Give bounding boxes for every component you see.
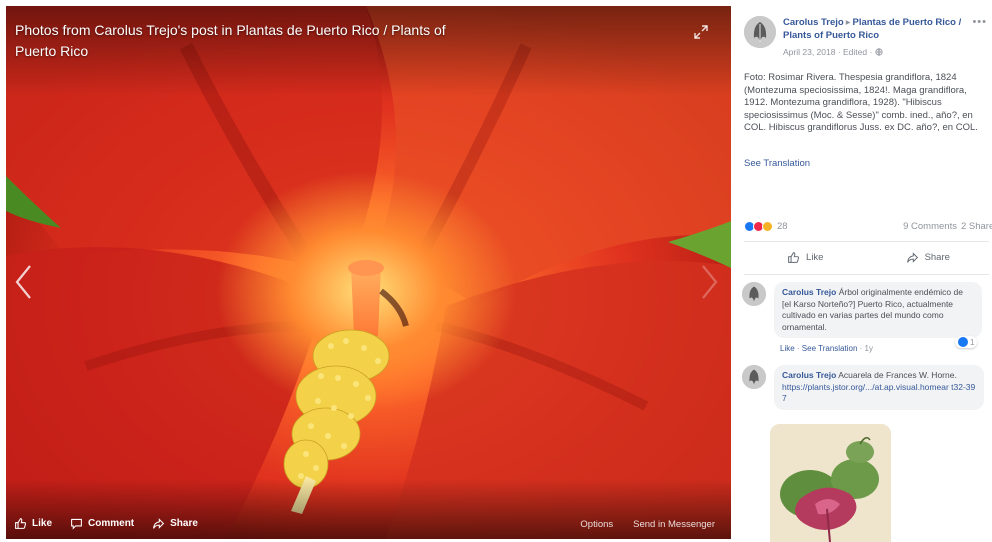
post-date[interactable]: April 23, 2018 · Edited · — [783, 47, 872, 57]
reactions-summary: 28 9 Comments 2 Shares — [744, 219, 992, 233]
commenter-avatar[interactable] — [742, 282, 766, 306]
comment-bubble: Carolus Trejo Árbol originalmente endémi… — [774, 282, 982, 338]
comment-bubble: Carolus Trejo Acuarela de Frances W. Hor… — [774, 365, 984, 410]
photo-theater: Photos from Carolus Trejo's post in Plan… — [0, 0, 992, 542]
post-action-row: Like Share — [744, 244, 989, 270]
wow-reaction-icon — [762, 220, 773, 232]
like-reaction-icon — [958, 337, 968, 347]
viewer-share-button[interactable]: Share — [152, 517, 198, 530]
author-name-link[interactable]: Carolus Trejo — [783, 17, 844, 28]
caret-right-icon: ▸ — [845, 17, 851, 28]
commenter-name-link[interactable]: Carolus Trejo — [782, 287, 836, 297]
reaction-count[interactable]: 28 — [777, 221, 788, 232]
comment-like-badge[interactable]: 1 — [955, 336, 978, 348]
engagement-counts: 9 Comments 2 Shares — [903, 221, 992, 232]
viewer-secondary-actions: Options Send in Messenger — [580, 519, 715, 530]
commenter-avatar[interactable] — [742, 365, 766, 389]
share-arrow-icon — [153, 518, 165, 529]
post-like-button[interactable]: Like — [744, 244, 867, 270]
see-translation-link[interactable]: See Translation — [744, 158, 810, 169]
author-and-group: Carolus Trejo ▸ Plantas de Puerto Rico / P… — [783, 16, 963, 42]
viewer-like-label: Like — [32, 518, 53, 529]
hibiscus-photo[interactable] — [6, 6, 731, 539]
previous-photo-arrow-icon[interactable] — [12, 262, 34, 302]
viewer-action-bar: Like Comment Share — [14, 517, 198, 530]
viewer-share-label: Share — [170, 518, 198, 529]
viewer-comment-label: Comment — [88, 518, 135, 529]
viewer-comment-button[interactable]: Comment — [70, 517, 134, 530]
divider — [744, 274, 989, 275]
comment-icon — [71, 518, 82, 530]
share-arrow-icon — [906, 251, 918, 263]
post-like-label: Like — [806, 251, 824, 263]
comment-footer: Like · See Translation · 1y — [780, 344, 873, 353]
post-side-panel: Carolus Trejo ▸ Plantas de Puerto Rico / P… — [737, 0, 992, 542]
thumbs-up-icon — [15, 518, 27, 529]
author-avatar[interactable] — [744, 16, 776, 48]
comment-age[interactable]: 1y — [865, 344, 873, 353]
comment-like-count: 1 — [970, 337, 975, 347]
post-share-label: Share — [924, 251, 950, 263]
next-photo-arrow-icon[interactable] — [699, 262, 721, 302]
commenter-name-link[interactable]: Carolus Trejo — [782, 370, 836, 380]
options-link[interactable]: Options — [580, 519, 613, 530]
expand-icon[interactable] — [693, 24, 709, 40]
shares-count-link[interactable]: 2 Shares — [961, 221, 992, 232]
comments-count-link[interactable]: 9 Comments — [903, 221, 957, 232]
thumbs-up-icon — [788, 251, 799, 263]
globe-icon — [875, 48, 883, 56]
divider — [744, 241, 989, 242]
post-body-text: Foto: Rosimar Rivera. Thespesia grandifl… — [744, 72, 978, 133]
watercolor-attachment-image[interactable] — [770, 424, 891, 542]
send-in-messenger-link[interactable]: Send in Messenger — [633, 519, 715, 530]
post-meta: April 23, 2018 · Edited · — [783, 47, 883, 57]
comment-see-translation-link[interactable]: See Translation — [802, 344, 858, 353]
more-options-icon[interactable]: ••• — [972, 16, 987, 28]
comment-url-link[interactable]: https://plants.jstor.org/.../at.ap.visua… — [782, 382, 975, 404]
viewer-like-button[interactable]: Like — [14, 517, 52, 530]
viewer-title: Photos from Carolus Trejo's post in Plan… — [15, 22, 446, 59]
comment-like-link[interactable]: Like — [780, 344, 795, 353]
post-header: Carolus Trejo ▸ Plantas de Puerto Rico / P… — [744, 14, 989, 60]
post-share-button[interactable]: Share — [867, 244, 990, 270]
comment-text: Acuarela de Frances W. Horne. — [838, 370, 957, 380]
photo-viewer: Photos from Carolus Trejo's post in Plan… — [6, 6, 731, 539]
